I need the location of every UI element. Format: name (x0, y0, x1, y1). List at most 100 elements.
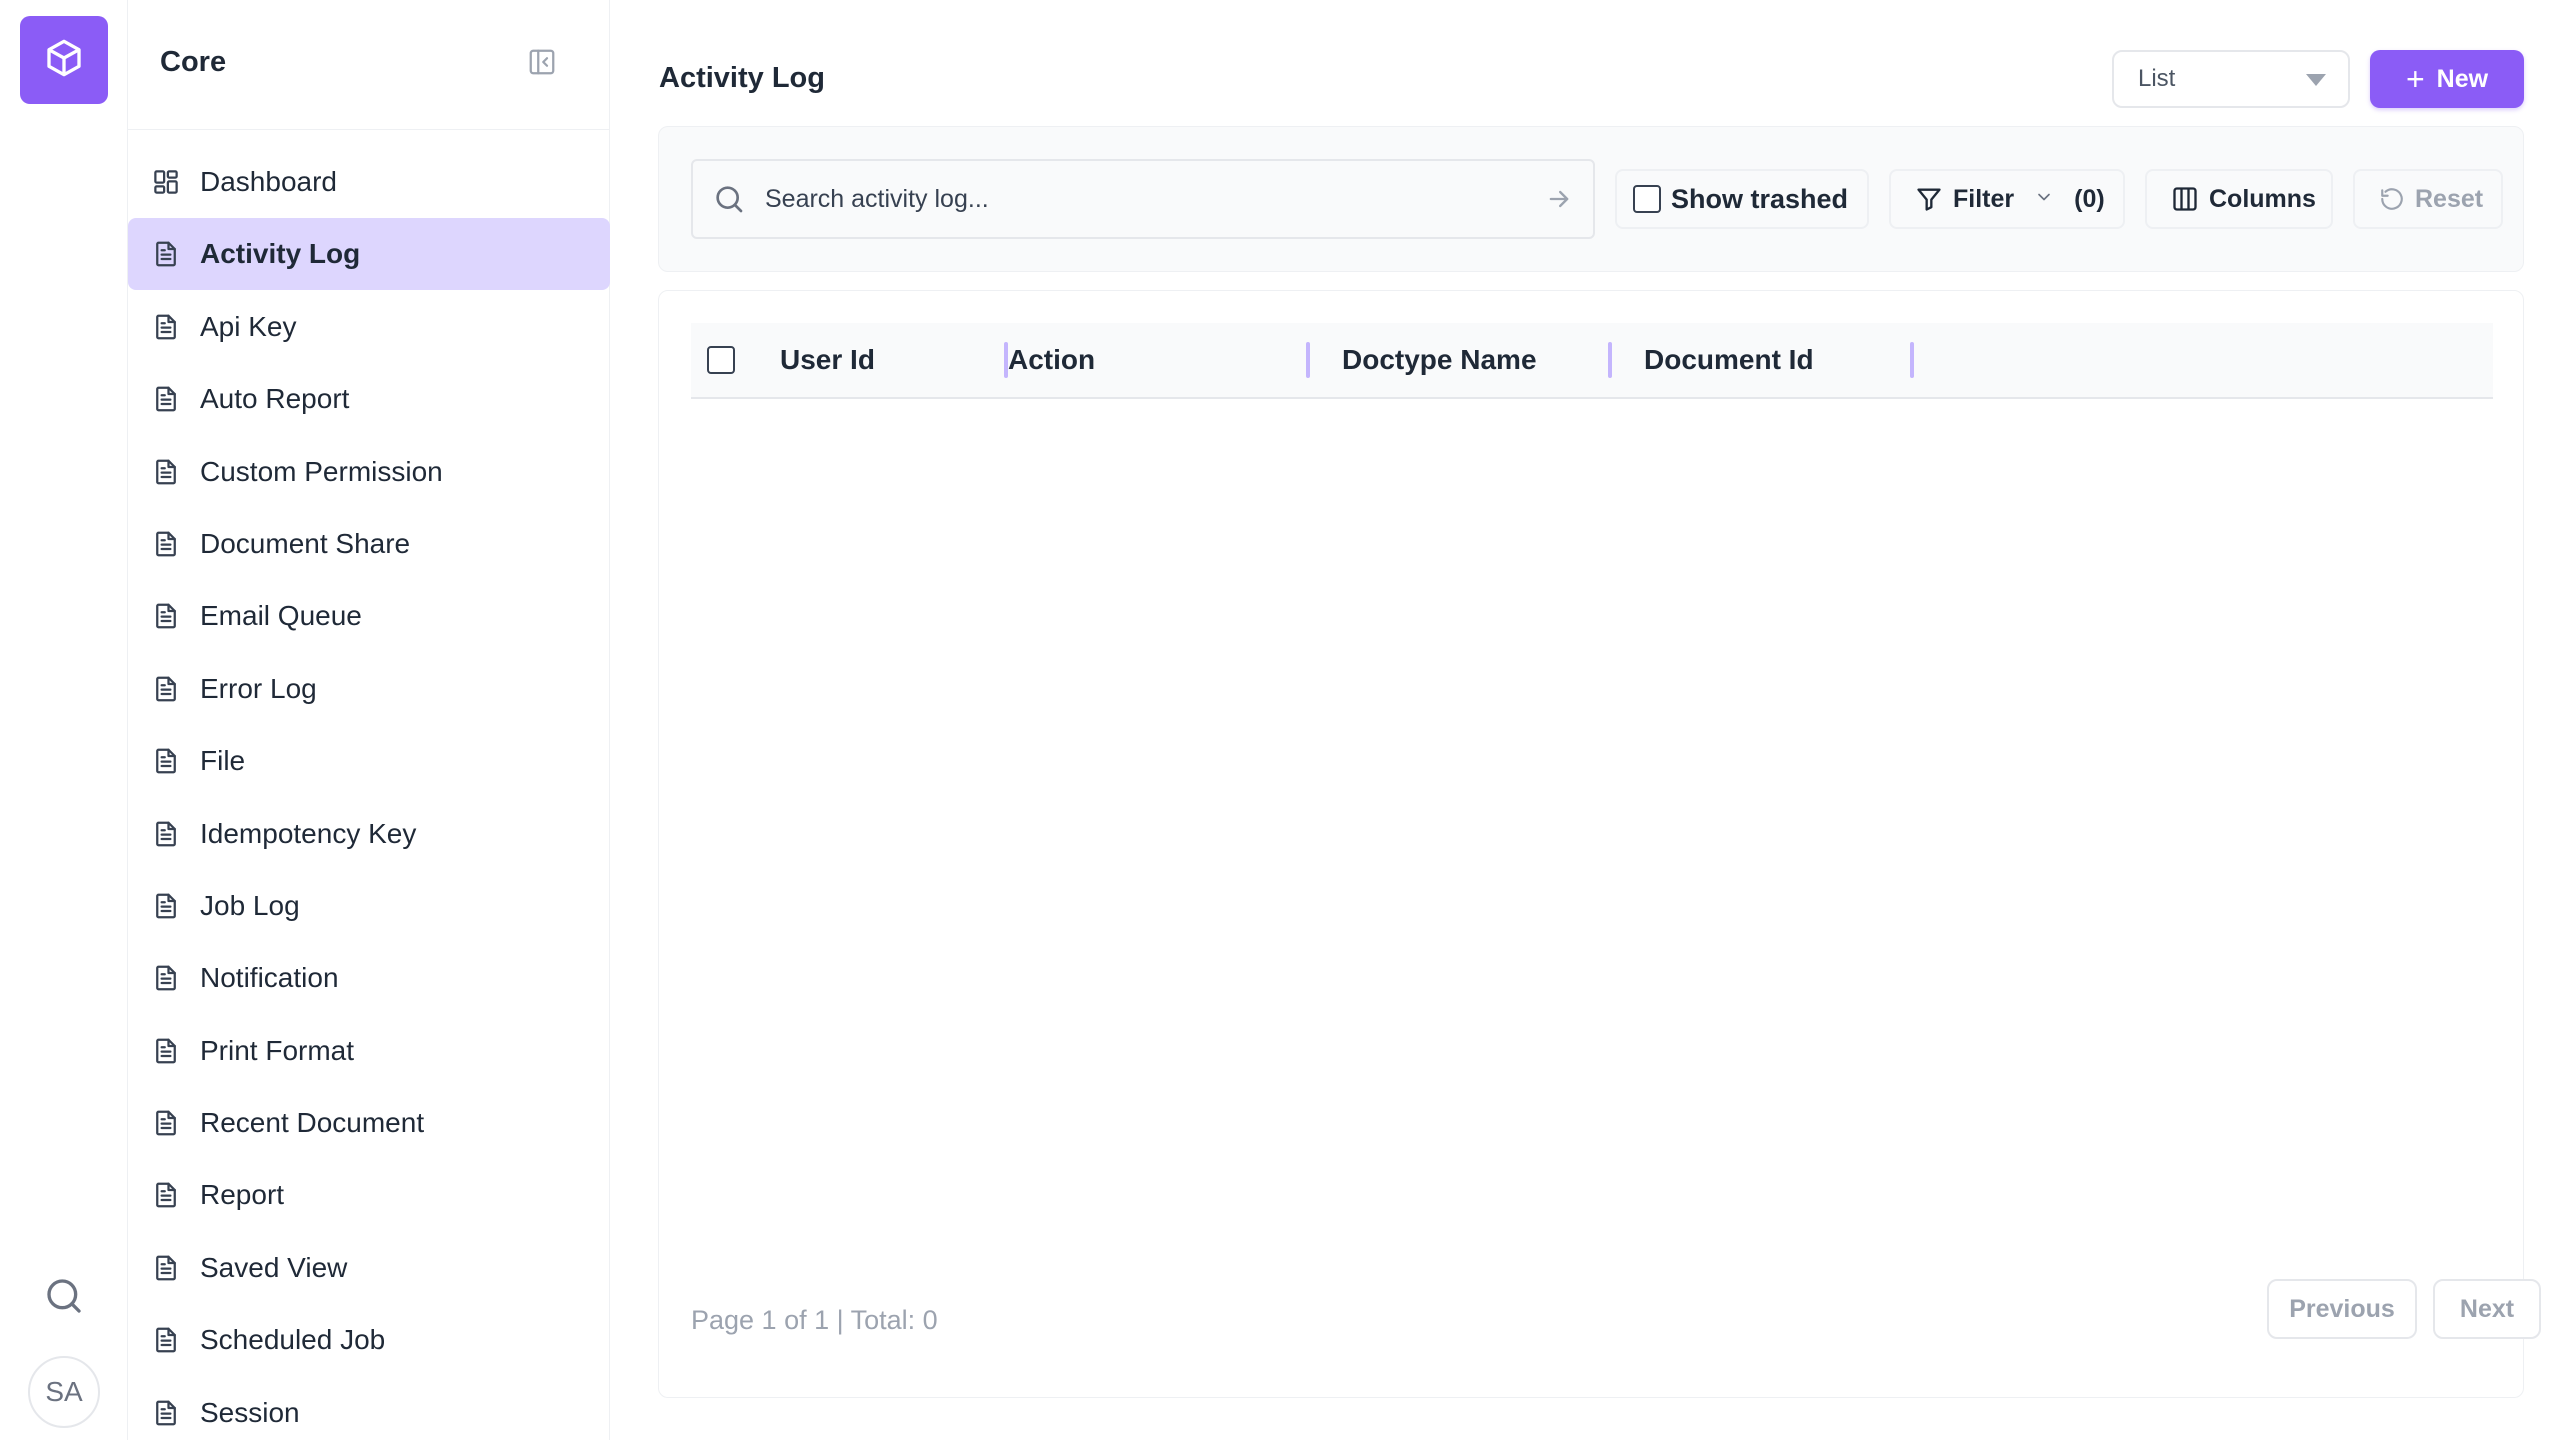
dashboard-icon (150, 166, 182, 198)
sidebar-item-label: Notification (200, 962, 339, 994)
sidebar-item-label: Recent Document (200, 1107, 425, 1139)
sidebar-item-scheduled-job[interactable]: Scheduled Job (128, 1304, 610, 1376)
new-button-label: New (2436, 64, 2489, 93)
sidebar-item-label: Custom Permission (200, 455, 443, 487)
sidebar-item-session[interactable]: Session (128, 1377, 610, 1440)
filter-count: (0) (2074, 184, 2105, 213)
sidebar-item-email-queue[interactable]: Email Queue (128, 580, 610, 652)
sidebar-item-notification[interactable]: Notification (128, 942, 610, 1014)
caret-down-icon (2306, 74, 2326, 86)
cube-icon (44, 38, 84, 83)
filter-label: Filter (1953, 184, 2015, 213)
sidebar-item-label: File (200, 745, 246, 777)
avatar-initials: SA (45, 1376, 83, 1407)
sidebar-item-report[interactable]: Report (128, 1159, 610, 1231)
pagination-summary: Page 1 of 1 | Total: 0 (691, 1305, 938, 1335)
sidebar-item-custom-permission[interactable]: Custom Permission (128, 436, 610, 508)
column-header-doctype-name[interactable]: Doctype Name (1310, 322, 1612, 398)
table-header: User Id Action Doctype Name Document Id (691, 323, 2493, 399)
document-icon (150, 1252, 182, 1284)
icon-rail: SA (0, 0, 128, 1440)
document-icon (150, 528, 182, 560)
rail-search-button[interactable] (38, 1272, 90, 1324)
search-box (691, 159, 1595, 239)
sidebar-item-auto-report[interactable]: Auto Report (128, 363, 610, 435)
sidebar-item-print-format[interactable]: Print Format (128, 1015, 610, 1087)
sidebar-item-job-log[interactable]: Job Log (128, 870, 610, 942)
select-all-checkbox[interactable] (707, 346, 735, 374)
sidebar-item-saved-view[interactable]: Saved View (128, 1232, 610, 1304)
sidebar-item-label: Email Queue (200, 600, 362, 632)
sidebar-item-label: Error Log (200, 672, 317, 704)
page-title: Activity Log (659, 62, 825, 94)
table-card: User Id Action Doctype Name Document Id … (658, 290, 2541, 1398)
sidebar-item-api-key[interactable]: Api Key (128, 291, 610, 363)
sidebar-nav: Dashboard Activity Log Api Key Auto Report C… (128, 146, 610, 1440)
sidebar-item-dashboard[interactable]: Dashboard (128, 146, 610, 218)
column-header-action[interactable]: Action (1008, 322, 1310, 398)
reset-icon (2379, 186, 2405, 212)
view-select[interactable]: List (2112, 50, 2350, 108)
previous-button[interactable]: Previous (2267, 1279, 2417, 1339)
avatar[interactable]: SA (28, 1356, 100, 1428)
sidebar-item-idempotency-key[interactable]: Idempotency Key (128, 798, 610, 870)
chevron-down-icon (2034, 185, 2054, 214)
document-icon (150, 745, 182, 777)
sidebar-collapse-icon (527, 47, 557, 82)
sidebar-item-error-log[interactable]: Error Log (128, 653, 610, 725)
sidebar-item-label: Dashboard (200, 166, 337, 197)
sidebar-item-activity-log[interactable]: Activity Log (128, 218, 610, 291)
filter-icon (1915, 185, 1943, 213)
show-trashed-toggle[interactable]: Show trashed (1615, 169, 1869, 229)
search-input[interactable] (765, 175, 1525, 223)
sidebar-item-label: Idempotency Key (200, 817, 417, 849)
next-button[interactable]: Next (2433, 1279, 2541, 1339)
document-icon (150, 1035, 182, 1067)
sidebar-item-label: Auto Report (200, 383, 350, 415)
sidebar-item-label: Api Key (200, 310, 297, 342)
plus-icon: + (2405, 61, 2425, 97)
app-logo[interactable] (20, 16, 108, 104)
show-trashed-checkbox[interactable] (1633, 185, 1661, 213)
reset-button[interactable]: Reset (2353, 169, 2503, 229)
search-icon (44, 1276, 84, 1321)
search-icon (713, 183, 745, 220)
document-icon (150, 673, 182, 705)
sidebar-item-label: Print Format (200, 1034, 355, 1066)
columns-label: Columns (2209, 184, 2316, 213)
sidebar-header: Core (128, 0, 609, 130)
document-icon (150, 1179, 182, 1211)
filter-button[interactable]: Filter (0) (1889, 169, 2125, 229)
sidebar-item-label: Job Log (200, 889, 300, 921)
sidebar-item-recent-document[interactable]: Recent Document (128, 1087, 610, 1159)
show-trashed-label: Show trashed (1671, 183, 1849, 214)
collapse-sidebar-button[interactable] (526, 48, 558, 80)
reset-label: Reset (2415, 184, 2484, 213)
sidebar-item-document-share[interactable]: Document Share (128, 508, 610, 580)
arrow-right-icon[interactable] (1545, 185, 1573, 218)
document-icon (150, 1107, 182, 1139)
document-icon (150, 1324, 182, 1356)
sidebar-item-file[interactable]: File (128, 725, 610, 797)
sidebar-title: Core (160, 46, 227, 78)
document-icon (150, 1397, 182, 1429)
column-resize-handle[interactable] (1910, 342, 1914, 378)
app: SA Core Dashboard Activity Log Api Key Auto… (0, 0, 2560, 1440)
document-icon (150, 383, 182, 415)
sidebar-item-label: Session (200, 1396, 300, 1428)
columns-icon (2171, 185, 2199, 213)
sidebar-item-label: Activity Log (200, 238, 361, 270)
new-button[interactable]: + New (2370, 50, 2524, 108)
view-select-value: List (2138, 65, 2176, 92)
document-icon (150, 890, 182, 922)
sidebar-item-label: Document Share (200, 527, 411, 559)
toolbar: Show trashed Filter (0) Columns (658, 126, 2524, 272)
document-icon (150, 456, 182, 488)
column-header-document-id[interactable]: Document Id (1612, 322, 1914, 398)
document-icon (150, 238, 182, 270)
main-content: Activity Log List + New Show trashed (610, 0, 2560, 1440)
columns-button[interactable]: Columns (2145, 169, 2333, 229)
document-icon (150, 962, 182, 994)
document-icon (150, 600, 182, 632)
sidebar-item-label: Saved View (200, 1251, 348, 1283)
